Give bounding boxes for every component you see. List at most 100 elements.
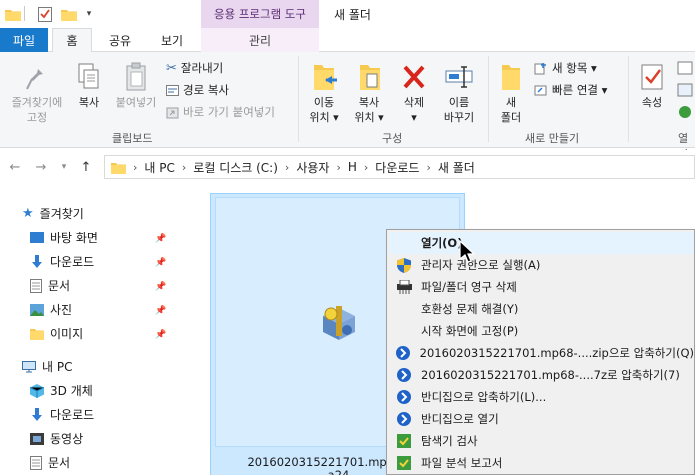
menu-item-label: 파일/폴더 영구 삭제 <box>421 280 517 294</box>
nav-item-label: 문서 <box>48 279 71 293</box>
tab-view[interactable]: 보기 <box>152 28 192 52</box>
delete-label: 삭제 <box>403 96 425 109</box>
menu-item-permanent-delete[interactable]: 파일/폴더 영구 삭제 <box>389 276 694 298</box>
folder-icon <box>111 162 126 174</box>
menu-item-open[interactable]: 열기(O) <box>389 232 694 254</box>
nav-item-pictures[interactable]: 사진 <box>30 301 72 318</box>
bandizip-icon <box>389 386 419 408</box>
address-bar[interactable]: › 내 PC › 로컬 디스크 (C:) › 사용자 › H › 다운로드 › … <box>104 155 695 179</box>
star-icon: ★ <box>22 206 34 221</box>
copy-button[interactable]: 복사 <box>72 62 106 110</box>
nav-item-label: 3D 개체 <box>50 384 93 398</box>
menu-item-pin-to-start[interactable]: 시작 화면에 고정(P) <box>389 320 694 342</box>
paste-shortcut-label: 바로 가기 붙여넣기 <box>183 105 275 119</box>
menu-item-label: 2016020315221701.mp68-....7z로 압축하기(7) <box>421 368 680 382</box>
menu-item-compress-7z[interactable]: 2016020315221701.mp68-....7z로 압축하기(7) <box>389 364 694 386</box>
app-folder-icon[interactable] <box>4 6 22 22</box>
menu-item-bandizip-compress[interactable]: 반디집으로 압축하기(L)... <box>389 386 694 408</box>
paste-shortcut-button[interactable]: 바로 가기 붙여넣기 <box>166 104 275 120</box>
pin-icon[interactable]: 📌 <box>155 330 166 340</box>
menu-item-file-analysis-report[interactable]: 파일 분석 보고서 <box>389 452 694 474</box>
tab-manage[interactable]: 관리 <box>201 28 319 52</box>
nav-quick-access[interactable]: ★ 즐겨찾기 <box>22 205 84 222</box>
new-folder-button[interactable]: 새 폴더 <box>494 62 528 125</box>
navigation-bar: ← → ▾ ↑ › 내 PC › 로컬 디스크 (C:) › 사용자 › H ›… <box>0 150 695 184</box>
cube-icon <box>30 383 44 398</box>
nav-item-label: 문서 <box>48 456 71 470</box>
tab-file[interactable]: 파일 <box>0 28 48 52</box>
pictures-icon <box>30 303 44 316</box>
customize-toolbar-icon[interactable]: ▾ <box>80 6 98 22</box>
group-label-organize: 구성 <box>382 132 403 145</box>
nav-item-documents[interactable]: 문서 <box>30 277 70 294</box>
breadcrumb-user-h[interactable]: H <box>348 160 357 174</box>
nav-item-3d-objects[interactable]: 3D 개체 <box>30 382 93 399</box>
breadcrumb-downloads[interactable]: 다운로드 <box>375 159 419 176</box>
open-small-button[interactable] <box>674 58 695 126</box>
group-label-clipboard: 클립보드 <box>112 132 153 145</box>
nav-this-pc[interactable]: 내 PC <box>22 358 72 375</box>
menu-item-troubleshoot-compat[interactable]: 호환성 문제 해결(Y) <box>389 298 694 320</box>
nav-item-images[interactable]: 이미지 <box>30 325 83 342</box>
back-arrow-icon[interactable]: ← <box>6 158 24 176</box>
menu-item-label: 관리자 권한으로 실행(A) <box>421 258 541 272</box>
application-tools-header: 응용 프로그램 도구 <box>201 0 319 28</box>
move-to-icon <box>314 65 337 90</box>
properties-quick-icon[interactable] <box>36 6 54 22</box>
rename-button[interactable]: 이름 바꾸기 <box>436 62 482 125</box>
shredder-icon <box>389 276 419 298</box>
bandizip-icon <box>389 364 419 386</box>
breadcrumb-new-folder[interactable]: 새 폴더 <box>438 159 475 176</box>
divider <box>488 56 489 142</box>
menu-item-run-as-admin[interactable]: 관리자 권한으로 실행(A) <box>389 254 694 276</box>
copy-path-button[interactable]: 경로 복사 <box>166 82 229 98</box>
easy-access-button[interactable]: 빠른 연결 ▾ <box>534 82 607 98</box>
nav-item-label: 이미지 <box>50 327 84 341</box>
pin-icon[interactable]: 📌 <box>155 282 166 292</box>
breadcrumb-users[interactable]: 사용자 <box>296 159 329 176</box>
cut-button[interactable]: ✂ 잘라내기 <box>166 60 223 76</box>
tab-home[interactable]: 홈 <box>52 28 92 53</box>
new-folder-quick-icon[interactable] <box>60 6 78 22</box>
nav-item-label: 다운로드 <box>50 408 95 422</box>
menu-item-label: 탐색기 검사 <box>421 434 478 448</box>
up-arrow-icon[interactable]: ↑ <box>77 158 95 176</box>
paste-button[interactable]: 붙여넣기 <box>108 62 164 110</box>
menu-item-compress-zip[interactable]: 2016020315221701.mp68-....zip으로 압축하기(Q) <box>389 342 694 364</box>
rename-label-1: 이름 <box>448 96 470 109</box>
menu-item-explorer-scan[interactable]: 탐색기 검사 <box>389 430 694 452</box>
new-item-button[interactable]: 새 항목 ▾ <box>534 60 597 76</box>
pin-icon <box>26 64 43 90</box>
copy-to-icon <box>360 65 380 90</box>
pin-quick-access-button[interactable]: 즐겨찾기에 고정 <box>2 62 72 125</box>
breadcrumb-local-disk[interactable]: 로컬 디스크 (C:) <box>193 159 278 176</box>
nav-item-pc-documents[interactable]: 문서 <box>30 454 70 471</box>
folder-icon <box>30 328 44 340</box>
easy-access-icon <box>534 85 547 95</box>
copy-to-button[interactable]: 복사 위치 ▾ <box>348 62 390 125</box>
divider <box>628 56 629 142</box>
context-menu: 열기(O) 관리자 권한으로 실행(A) 파일/폴더 영구 삭제 호환성 문제 … <box>386 229 695 475</box>
menu-item-label: 호환성 문제 해결(Y) <box>421 302 519 316</box>
nav-item-downloads[interactable]: 다운로드 <box>30 253 94 270</box>
forward-arrow-icon[interactable]: → <box>32 158 50 176</box>
move-to-label-2: 위치 ▾ <box>309 111 339 124</box>
delete-x-icon <box>403 65 425 89</box>
nav-item-videos[interactable]: 동영상 <box>30 430 83 447</box>
pin-label-1: 즐겨찾기에 <box>11 96 63 109</box>
nav-item-desktop[interactable]: 바탕 화면 <box>30 229 98 246</box>
menu-item-bandizip-open[interactable]: 반디집으로 열기 <box>389 408 694 430</box>
blank-icon <box>389 320 419 342</box>
recent-locations-chevron-icon[interactable]: ▾ <box>55 158 73 176</box>
move-to-button[interactable]: 이동 위치 ▾ <box>303 62 345 125</box>
pin-icon[interactable]: 📌 <box>155 234 166 244</box>
delete-button[interactable]: 삭제 ▾ <box>396 62 432 125</box>
breadcrumb-this-pc[interactable]: 내 PC <box>144 159 174 176</box>
pin-icon[interactable]: 📌 <box>155 306 166 316</box>
clipboard-icon <box>126 62 146 91</box>
file-name-line-2: a24 <box>327 468 350 475</box>
nav-item-pc-downloads[interactable]: 다운로드 <box>30 406 94 423</box>
properties-button[interactable]: 속성 <box>634 62 670 110</box>
pin-icon[interactable]: 📌 <box>155 258 166 268</box>
tab-share[interactable]: 공유 <box>100 28 140 52</box>
